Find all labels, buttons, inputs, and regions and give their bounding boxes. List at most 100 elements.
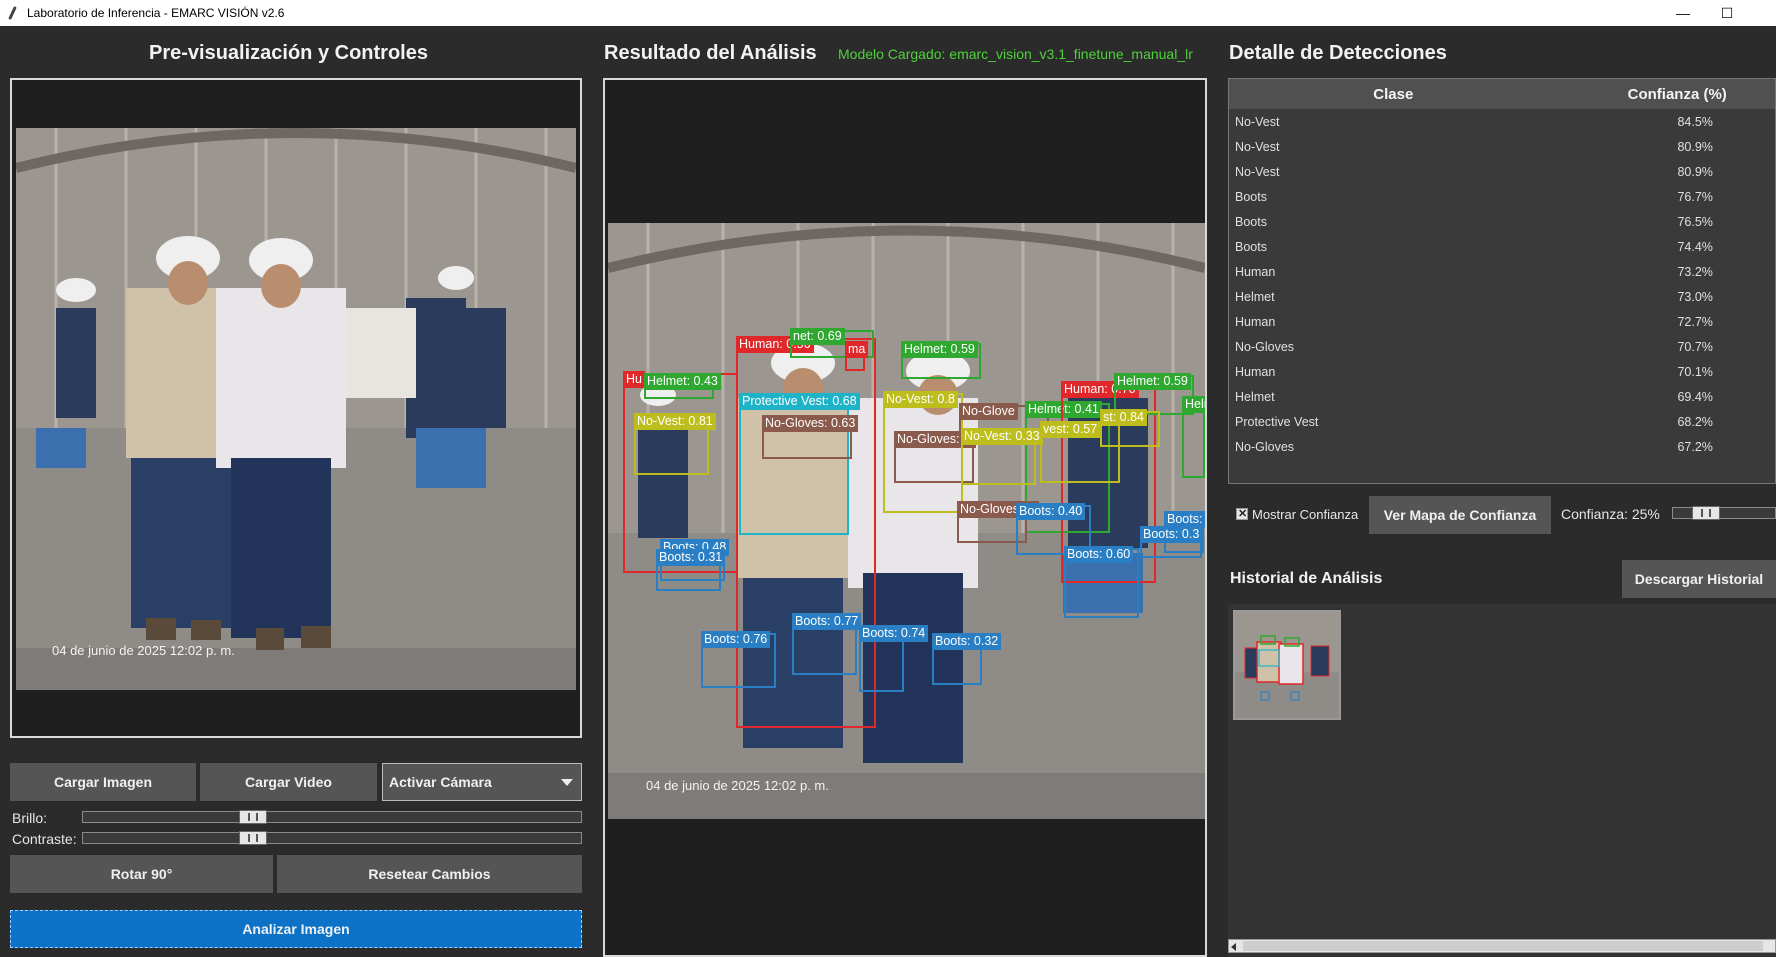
preview-timestamp: 04 de junio de 2025 12:02 p. m. bbox=[52, 643, 235, 658]
detection-label: Helmet: 0.59 bbox=[1114, 373, 1191, 390]
detection-label: Helmet: 0.43 bbox=[644, 373, 721, 390]
cell-confianza: 70.1% bbox=[1677, 364, 1713, 379]
cell-confianza: 80.9% bbox=[1677, 139, 1713, 154]
table-row[interactable]: Boots 76.5% bbox=[1229, 209, 1775, 234]
contrast-slider-thumb[interactable] bbox=[239, 831, 267, 845]
show-confidence-label[interactable]: Mostrar Confianza bbox=[1252, 507, 1358, 522]
cell-clase: Boots bbox=[1235, 189, 1267, 204]
cell-confianza: 68.2% bbox=[1677, 414, 1713, 429]
camera-select-value: Activar Cámara bbox=[389, 774, 492, 790]
app-feather-icon bbox=[6, 6, 20, 20]
table-row[interactable]: Helmet 69.4% bbox=[1229, 384, 1775, 409]
history-thumbnail-image bbox=[1235, 612, 1339, 718]
table-row[interactable]: Boots 74.4% bbox=[1229, 234, 1775, 259]
history-heading: Historial de Análisis bbox=[1230, 570, 1383, 587]
detection-label: vest: 0.57 bbox=[1040, 421, 1101, 438]
detection-label: Boots: 0.77 bbox=[792, 613, 862, 630]
cell-clase: No-Vest bbox=[1235, 139, 1280, 154]
brightness-label: Brillo: bbox=[12, 810, 48, 826]
maximize-button[interactable]: ☐ bbox=[1704, 0, 1750, 26]
cell-confianza: 69.4% bbox=[1677, 389, 1713, 404]
table-row[interactable]: No-Vest 84.5% bbox=[1229, 109, 1775, 134]
table-row[interactable]: No-Gloves 70.7% bbox=[1229, 334, 1775, 359]
confidence-slider-thumb[interactable] bbox=[1692, 506, 1720, 520]
detections-heading: Detalle de Detecciones bbox=[1229, 42, 1447, 64]
detection-label: No-Glove bbox=[959, 403, 1018, 420]
preview-frame: 04 de junio de 2025 12:02 p. m. bbox=[10, 78, 582, 738]
detection-label: No-Vest: 0.81 bbox=[634, 413, 716, 430]
table-header: Clase Confianza (%) bbox=[1229, 79, 1775, 109]
result-heading: Resultado del Análisis bbox=[604, 42, 817, 64]
show-confidence-checkbox[interactable]: ✕ bbox=[1236, 508, 1248, 520]
preview-scene bbox=[16, 128, 576, 690]
download-history-button[interactable]: Descargar Historial bbox=[1622, 560, 1776, 598]
detection-label: ma bbox=[845, 341, 869, 358]
reset-button[interactable]: Resetear Cambios bbox=[277, 855, 582, 893]
contrast-label: Contraste: bbox=[12, 831, 77, 847]
table-row[interactable]: No-Vest 80.9% bbox=[1229, 134, 1775, 159]
table-row[interactable]: Protective Vest 68.2% bbox=[1229, 409, 1775, 434]
window-title: Laboratorio de Inferencia - EMARC VISIÓN… bbox=[27, 6, 285, 20]
detections-table: Clase Confianza (%) No-Vest 84.5% No-Vest 8… bbox=[1228, 78, 1776, 484]
table-row[interactable]: No-Vest 80.9% bbox=[1229, 159, 1775, 184]
load-video-button[interactable]: Cargar Video bbox=[200, 763, 377, 801]
detection-label: Boots: 0.60 bbox=[1064, 546, 1134, 563]
cell-clase: No-Gloves bbox=[1235, 339, 1295, 354]
confidence-map-button[interactable]: Ver Mapa de Confianza bbox=[1369, 496, 1551, 534]
table-body: No-Vest 84.5% No-Vest 80.9% No-Vest 80.9% Boot… bbox=[1229, 109, 1775, 459]
cell-clase: Boots bbox=[1235, 239, 1267, 254]
detection-label: No-Gloves: 0.63 bbox=[762, 415, 859, 432]
history-thumbnail[interactable] bbox=[1233, 610, 1341, 720]
detection-label: net: 0.69 bbox=[790, 328, 845, 345]
brightness-slider-thumb[interactable] bbox=[239, 810, 267, 824]
chevron-down-icon bbox=[561, 779, 573, 786]
detection-label: Boots: 0.74 bbox=[859, 625, 929, 642]
detection-label: Boots: 0.31 bbox=[656, 549, 726, 566]
detection-label: Helmet: 0.59 bbox=[901, 341, 978, 358]
cell-confianza: 76.5% bbox=[1677, 214, 1713, 229]
cell-clase: Boots bbox=[1235, 214, 1267, 229]
column-header-clase[interactable]: Clase bbox=[1229, 86, 1558, 103]
detection-label: Boots: 0.76 bbox=[701, 631, 771, 648]
window-titlebar: Laboratorio de Inferencia - EMARC VISIÓN… bbox=[0, 0, 1776, 26]
cell-clase: Human bbox=[1235, 314, 1276, 329]
history-horizontal-scrollbar[interactable] bbox=[1228, 939, 1776, 953]
cell-confianza: 67.2% bbox=[1677, 439, 1713, 454]
cell-clase: No-Vest bbox=[1235, 164, 1280, 179]
result-image: Human: 0.56 net: 0.69 ma Helmet: 0.59 Hu Helm… bbox=[608, 223, 1205, 819]
rotate-button[interactable]: Rotar 90° bbox=[10, 855, 273, 893]
cell-confianza: 80.9% bbox=[1677, 164, 1713, 179]
camera-select[interactable]: Activar Cámara bbox=[382, 763, 582, 801]
cell-clase: Protective Vest bbox=[1235, 414, 1319, 429]
cell-confianza: 73.2% bbox=[1677, 264, 1713, 279]
checkmark-icon: ✕ bbox=[1238, 508, 1248, 520]
table-row[interactable]: No-Gloves 67.2% bbox=[1229, 434, 1775, 459]
cell-clase: Human bbox=[1235, 364, 1276, 379]
confidence-threshold-label: Confianza: 25% bbox=[1561, 506, 1660, 522]
cell-clase: Helmet bbox=[1235, 289, 1275, 304]
detection-label: Boots: 0.40 bbox=[1016, 503, 1086, 520]
detection-label: Boots: 0.3 bbox=[1140, 526, 1203, 543]
table-row[interactable]: Human 72.7% bbox=[1229, 309, 1775, 334]
detection-label: Heln bbox=[1182, 396, 1205, 413]
history-panel bbox=[1228, 604, 1776, 957]
column-header-confianza[interactable]: Confianza (%) bbox=[1558, 86, 1775, 103]
confidence-slider[interactable] bbox=[1672, 506, 1776, 520]
cell-clase: Helmet bbox=[1235, 389, 1275, 404]
analyze-image-button[interactable]: Analizar Imagen bbox=[10, 910, 582, 948]
cell-confianza: 84.5% bbox=[1677, 114, 1713, 129]
table-row[interactable]: Boots 76.7% bbox=[1229, 184, 1775, 209]
load-image-button[interactable]: Cargar Imagen bbox=[10, 763, 196, 801]
table-row[interactable]: Human 73.2% bbox=[1229, 259, 1775, 284]
cell-confianza: 73.0% bbox=[1677, 289, 1713, 304]
preview-heading: Pre-visualización y Controles bbox=[149, 42, 428, 64]
minimize-button[interactable]: — bbox=[1660, 0, 1706, 26]
cell-clase: Human bbox=[1235, 264, 1276, 279]
table-row[interactable]: Helmet 73.0% bbox=[1229, 284, 1775, 309]
contrast-slider[interactable] bbox=[82, 831, 582, 845]
table-row[interactable]: Human 70.1% bbox=[1229, 359, 1775, 384]
history-scrollbar-thumb[interactable] bbox=[1243, 941, 1763, 951]
model-loaded-label: Modelo Cargado: emarc_vision_v3.1_finetu… bbox=[838, 46, 1193, 62]
brightness-slider[interactable] bbox=[82, 810, 582, 824]
scroll-left-arrow-icon[interactable] bbox=[1231, 943, 1236, 951]
